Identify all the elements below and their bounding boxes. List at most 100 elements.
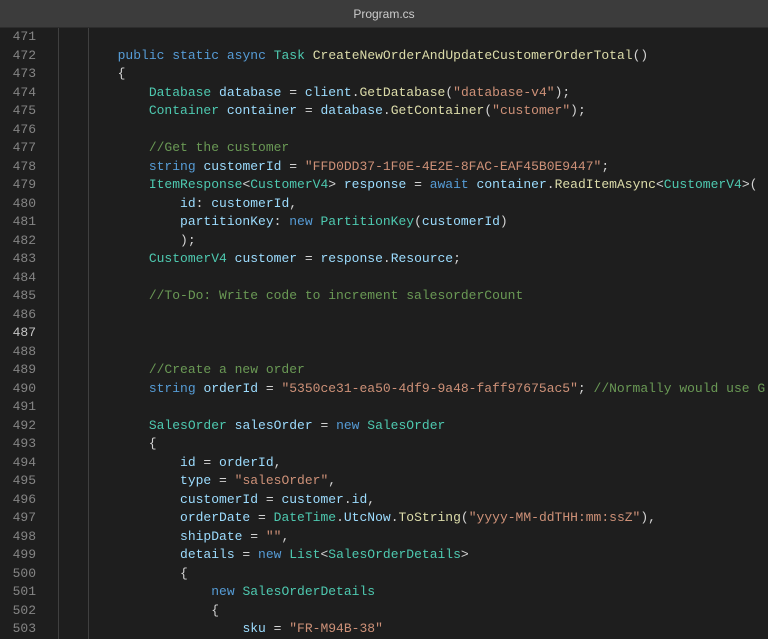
token: = <box>281 85 304 100</box>
line-number: 490 <box>0 380 36 399</box>
token: ( <box>484 103 492 118</box>
token: > <box>328 177 344 192</box>
code-line[interactable]: { <box>102 435 768 454</box>
code-line[interactable]: sku = "FR-M94B-38" <box>102 620 768 639</box>
code-line[interactable]: id: customerId, <box>102 195 768 214</box>
code-line[interactable]: { <box>102 565 768 584</box>
code-line[interactable]: orderDate = DateTime.UtcNow.ToString("yy… <box>102 509 768 528</box>
line-number: 494 <box>0 454 36 473</box>
token <box>305 48 313 63</box>
token: { <box>102 566 188 581</box>
token: UtcNow <box>344 510 391 525</box>
token: orderId <box>219 455 274 470</box>
code-line[interactable] <box>102 28 768 47</box>
code-line[interactable]: SalesOrder salesOrder = new SalesOrder <box>102 417 768 436</box>
code-line[interactable]: Container container = database.GetContai… <box>102 102 768 121</box>
code-line[interactable]: Database database = client.GetDatabase("… <box>102 84 768 103</box>
token <box>227 418 235 433</box>
code-line[interactable] <box>102 269 768 288</box>
token: > <box>461 547 469 562</box>
code-line[interactable] <box>102 306 768 325</box>
line-number: 486 <box>0 306 36 325</box>
token <box>102 621 242 636</box>
token: CreateNewOrderAndUpdateCustomerOrderTota… <box>313 48 633 63</box>
token: = <box>266 621 289 636</box>
line-number: 495 <box>0 472 36 491</box>
code-line[interactable]: //To-Do: Write code to increment salesor… <box>102 287 768 306</box>
code-line[interactable]: string orderId = "5350ce31-ea50-4df9-9a4… <box>102 380 768 399</box>
code-line[interactable]: id = orderId, <box>102 454 768 473</box>
token: GetDatabase <box>360 85 446 100</box>
token: , <box>328 473 336 488</box>
code-line[interactable]: { <box>102 602 768 621</box>
code-line[interactable]: details = new List<SalesOrderDetails> <box>102 546 768 565</box>
token: //To-Do: Write code to increment salesor… <box>149 288 523 303</box>
token: . <box>547 177 555 192</box>
token: database <box>219 85 281 100</box>
code-line[interactable]: shipDate = "", <box>102 528 768 547</box>
line-number: 500 <box>0 565 36 584</box>
token: new <box>258 547 281 562</box>
token <box>102 48 118 63</box>
code-line[interactable] <box>102 121 768 140</box>
titlebar: Program.cs <box>0 0 768 28</box>
token: "5350ce31-ea50-4df9-9a48-faff97675ac5" <box>281 381 577 396</box>
token: database <box>320 103 382 118</box>
code-line[interactable]: new SalesOrderDetails <box>102 583 768 602</box>
token: CustomerV4 <box>149 251 227 266</box>
token: >( <box>742 177 758 192</box>
line-number: 485 <box>0 287 36 306</box>
token: : <box>274 214 290 229</box>
token: . <box>344 492 352 507</box>
code-area[interactable]: public static async Task CreateNewOrderA… <box>102 28 768 639</box>
code-line[interactable]: CustomerV4 customer = response.Resource; <box>102 250 768 269</box>
token: container <box>477 177 547 192</box>
code-line[interactable]: string customerId = "FFD0DD37-1F0E-4E2E-… <box>102 158 768 177</box>
line-number: 502 <box>0 602 36 621</box>
code-line[interactable]: ItemResponse<CustomerV4> response = awai… <box>102 176 768 195</box>
token: . <box>383 103 391 118</box>
line-number: 480 <box>0 195 36 214</box>
code-line[interactable]: //Create a new order <box>102 361 768 380</box>
token <box>102 140 149 155</box>
code-editor[interactable]: 4714724734744754764774784794804814824834… <box>0 28 768 639</box>
token: , <box>281 529 289 544</box>
token: "salesOrder" <box>235 473 329 488</box>
line-number: 493 <box>0 435 36 454</box>
code-line[interactable] <box>102 343 768 362</box>
code-line[interactable]: //Get the customer <box>102 139 768 158</box>
token: ); <box>555 85 571 100</box>
code-line[interactable] <box>102 398 768 417</box>
token: = <box>406 177 429 192</box>
code-line[interactable]: public static async Task CreateNewOrderA… <box>102 47 768 66</box>
line-number: 483 <box>0 250 36 269</box>
line-number: 479 <box>0 176 36 195</box>
token: response <box>320 251 382 266</box>
token <box>102 510 180 525</box>
code-line[interactable]: customerId = customer.id, <box>102 491 768 510</box>
token: Resource <box>391 251 453 266</box>
token <box>219 48 227 63</box>
token: ToString <box>399 510 461 525</box>
code-line[interactable]: type = "salesOrder", <box>102 472 768 491</box>
token: { <box>102 603 219 618</box>
code-line[interactable]: ); <box>102 232 768 251</box>
code-line[interactable]: { <box>102 65 768 84</box>
token: "customer" <box>492 103 570 118</box>
token: . <box>391 510 399 525</box>
token: public <box>118 48 165 63</box>
token: SalesOrderDetails <box>328 547 461 562</box>
token: details <box>180 547 235 562</box>
token: = <box>313 418 336 433</box>
titlebar-filename: Program.cs <box>353 7 414 21</box>
token: //Get the customer <box>149 140 289 155</box>
code-line[interactable]: partitionKey: new PartitionKey(customerI… <box>102 213 768 232</box>
token: salesOrder <box>235 418 313 433</box>
token: SalesOrderDetails <box>242 584 375 599</box>
token: = <box>235 547 258 562</box>
line-number: 484 <box>0 269 36 288</box>
token: ) <box>500 214 508 229</box>
code-line[interactable] <box>102 324 768 343</box>
token: . <box>383 251 391 266</box>
token: ); <box>570 103 586 118</box>
